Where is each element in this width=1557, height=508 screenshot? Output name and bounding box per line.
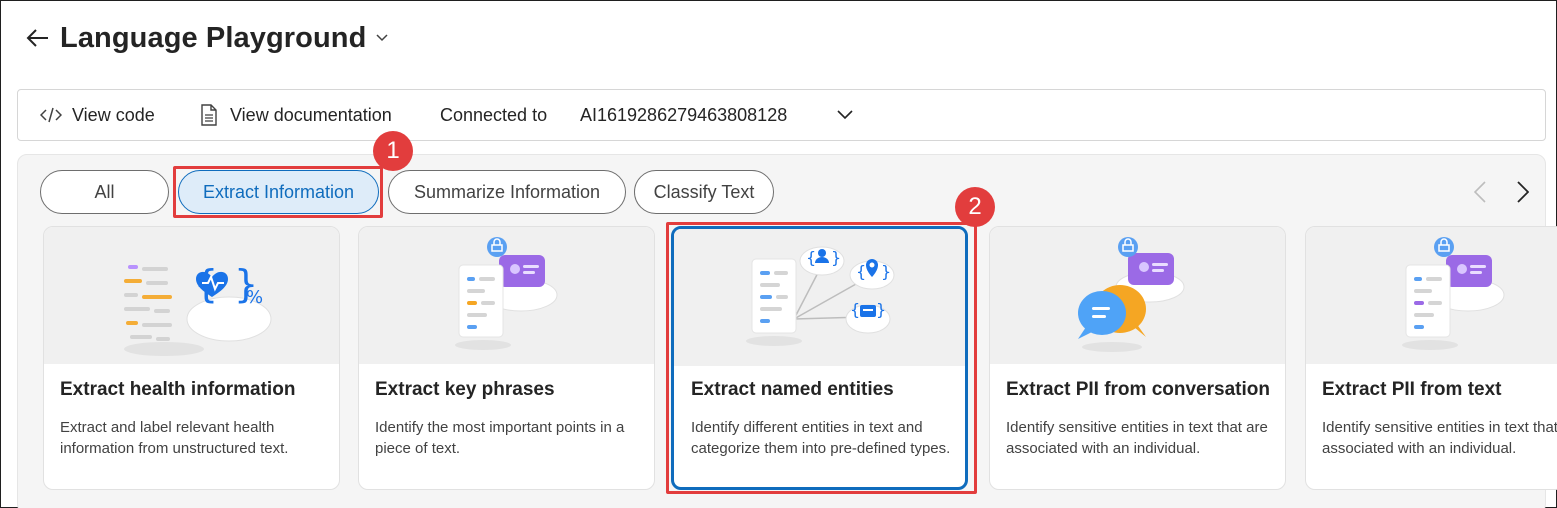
connected-resource-value[interactable]: AI1619286279463808128 bbox=[580, 90, 787, 140]
view-code-button[interactable]: View code bbox=[40, 90, 155, 140]
card-title: Extract health information bbox=[60, 379, 296, 400]
callout-badge: 2 bbox=[955, 187, 995, 227]
chevron-down-icon[interactable] bbox=[376, 31, 390, 45]
page-header: Language Playground bbox=[24, 18, 390, 58]
scenario-card-pii-conversation[interactable]: Extract PII from conversation Identify s… bbox=[989, 226, 1286, 490]
card-description: Extract and label relevant health inform… bbox=[60, 419, 289, 457]
resource-dropdown-chevron-icon[interactable] bbox=[834, 104, 856, 126]
page-title: Language Playground bbox=[60, 21, 367, 54]
pii-text-illustration bbox=[1306, 227, 1557, 364]
card-description: Identify sensitive entities in text that… bbox=[1322, 419, 1557, 457]
document-icon bbox=[198, 104, 220, 126]
toolbar: View code View documentation Connected t… bbox=[17, 89, 1546, 141]
carousel-prev-icon[interactable] bbox=[1468, 178, 1492, 206]
filter-pill-summarize-information[interactable]: Summarize Information bbox=[388, 170, 626, 214]
carousel-next-icon[interactable] bbox=[1511, 178, 1535, 206]
health-illustration: { } % bbox=[44, 227, 339, 364]
card-title: Extract PII from text bbox=[1322, 379, 1502, 400]
view-documentation-label: View documentation bbox=[230, 104, 392, 125]
callout-badge: 1 bbox=[373, 131, 413, 171]
card-title: Extract key phrases bbox=[375, 379, 555, 400]
code-icon bbox=[40, 104, 62, 126]
callout-highlight-box bbox=[173, 166, 383, 218]
scenario-card-key-phrases[interactable]: Extract key phrases Identify the most im… bbox=[358, 226, 655, 490]
back-arrow-icon[interactable] bbox=[24, 24, 52, 52]
card-description: Identify sensitive entities in text that… bbox=[1006, 419, 1268, 457]
svg-text:%: % bbox=[246, 287, 263, 308]
callout-highlight-box bbox=[666, 222, 977, 494]
scenario-card-pii-text[interactable]: Extract PII from text Identify sensitive… bbox=[1305, 226, 1557, 490]
scenario-card-health[interactable]: { } % Extract health information Extract… bbox=[43, 226, 340, 490]
connected-to-label: Connected to bbox=[440, 104, 548, 125]
card-title: Extract PII from conversation bbox=[1006, 379, 1270, 400]
key-phrases-illustration bbox=[359, 227, 654, 364]
pii-conversation-illustration bbox=[990, 227, 1285, 364]
view-code-label: View code bbox=[72, 104, 155, 125]
card-description: Identify the most important points in a … bbox=[375, 419, 625, 457]
filter-pill-classify-text[interactable]: Classify Text bbox=[634, 170, 774, 214]
filter-pill-all[interactable]: All bbox=[40, 170, 169, 214]
view-documentation-button[interactable]: View documentation bbox=[198, 90, 392, 140]
